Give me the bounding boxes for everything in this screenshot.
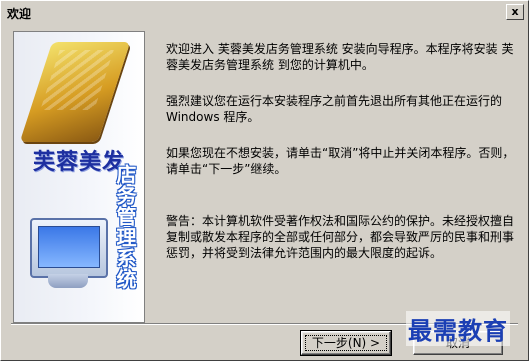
title-bar: 欢迎 x	[3, 3, 526, 21]
monitor-screen	[38, 226, 100, 268]
watermark-text: 最需教育	[406, 311, 510, 346]
side-banner: 芙蓉美发 店务管理系统	[13, 31, 145, 323]
close-programs-paragraph: 强烈建议您在运行本安装程序之前首先退出所有其他正在运行的 Windows 程序。	[166, 94, 503, 124]
computer-monitor-icon	[30, 218, 108, 278]
close-button[interactable]: x	[506, 4, 524, 20]
window-title: 欢迎	[7, 7, 32, 21]
next-button-label: 下一步(N) >	[304, 335, 388, 351]
installer-dialog: 欢迎 x 芙蓉美发 店务管理系统 欢迎进入 芙蓉美发店务管理系统 安装向导程序。…	[0, 0, 529, 361]
instructions-paragraph: 如果您现在不想安装，请单击“取消”将中止并关闭本程序。否则，请单击“下一步”继续…	[166, 146, 515, 176]
close-icon: x	[511, 5, 519, 18]
monitor-stand-icon	[48, 274, 88, 288]
next-button[interactable]: 下一步(N) >	[300, 330, 392, 356]
copyright-warning-paragraph: 警告：本计算机软件受著作权法和国际公约的保护。未经授权擅自复制或散发本程序的全部…	[166, 214, 515, 260]
welcome-paragraph: 欢迎进入 芙蓉美发店务管理系统 安装向导程序。本程序将安装 芙蓉美发店务管理系统…	[166, 42, 514, 72]
product-subtitle: 店务管理系统	[113, 164, 137, 290]
